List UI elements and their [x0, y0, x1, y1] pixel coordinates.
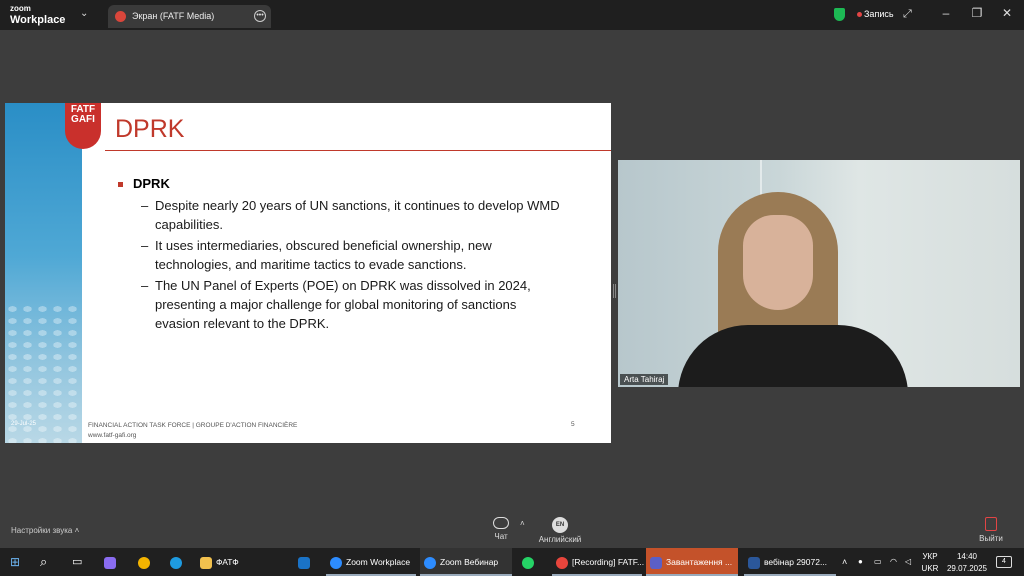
logo-small-text: zoom: [10, 4, 31, 13]
participant-name: Arta Tahiraj: [620, 374, 669, 385]
slide-date: 29-Jul-25: [11, 421, 37, 427]
sub-bullet-text: The UN Panel of Experts (POE) on DPRK wa…: [155, 278, 531, 331]
recording-indicator[interactable]: Запись: [857, 9, 894, 19]
language-label: Английский: [538, 535, 582, 544]
copilot-icon[interactable]: [104, 548, 120, 576]
taskbar-item-word-doc[interactable]: вебінар 29072...: [744, 548, 836, 576]
shared-slide: FATF GAFI DPRK DPRK – Despite nearly 20 …: [5, 103, 611, 443]
main-bullet-text: DPRK: [133, 176, 170, 191]
outlook-icon[interactable]: [298, 548, 314, 576]
edge-icon[interactable]: [170, 548, 186, 576]
taskbar-item-zoom-webinar[interactable]: Zoom Вебинар: [420, 548, 512, 576]
taskbar-item-label: ФАТФ: [216, 557, 239, 567]
search-icon[interactable]: ⌕: [40, 548, 47, 576]
taskbar-item-label: Zoom Вебинар: [440, 557, 499, 567]
battery-icon[interactable]: ▭: [874, 548, 882, 576]
notification-icon[interactable]: 4: [996, 556, 1012, 568]
chat-icon: [493, 517, 509, 529]
sound-settings-button[interactable]: Настройки звука ˄: [11, 526, 79, 535]
sound-settings-label: Настройки звука: [11, 526, 73, 535]
taskbar-item-downloads[interactable]: Завантаження ...: [646, 548, 738, 576]
lang-top: УКР: [922, 552, 938, 561]
exit-icon: [985, 517, 997, 531]
close-button[interactable]: ✕: [997, 6, 1017, 20]
windows-start-icon[interactable]: ⊞: [10, 548, 20, 576]
chat-button[interactable]: Чат: [488, 517, 514, 541]
teams-icon: [650, 556, 662, 569]
word-icon: [748, 556, 760, 569]
dash-icon: –: [141, 278, 149, 293]
dash-icon: –: [141, 198, 149, 213]
record-dot-icon: [857, 12, 862, 18]
footer-url: www.fatf-gafi.org: [88, 432, 137, 439]
bullet-square-icon: [118, 182, 123, 188]
taskbar-item-label: [Recording] FATF...: [572, 557, 645, 567]
folder-icon: [200, 556, 212, 569]
clock[interactable]: 14:40 29.07.2025: [944, 551, 990, 576]
minimize-button[interactable]: –: [936, 6, 956, 20]
record-label: Запись: [864, 9, 894, 19]
slide-footer: FINANCIAL ACTION TASK FORCE | GROUPE D'A…: [88, 421, 297, 441]
dash-icon: –: [141, 238, 149, 253]
windows-taskbar: ⊞ ⌕ ▭ ФАТФ Zoom Workplace Zoom Вебинар […: [0, 548, 1024, 576]
language-button[interactable]: EN Английский: [534, 517, 586, 544]
restore-button[interactable]: ❐: [967, 6, 987, 20]
volume-icon[interactable]: ◁: [905, 548, 911, 576]
clock-time: 14:40: [956, 552, 978, 561]
fullscreen-icon[interactable]: ⤢: [903, 8, 912, 21]
wifi-icon[interactable]: ◠: [890, 548, 897, 576]
sub-bullet-text: It uses intermediaries, obscured benefic…: [155, 238, 492, 272]
zoom-logo[interactable]: zoom Workplace: [10, 4, 65, 27]
participant-body: [678, 325, 908, 387]
chrome-icon: [556, 556, 568, 569]
badge-bottom-text: GAFI: [71, 114, 95, 125]
encryption-shield-icon[interactable]: [834, 8, 845, 21]
zoom-icon: [330, 556, 342, 569]
footer-org: FINANCIAL ACTION TASK FORCE | GROUPE D'A…: [88, 422, 298, 429]
task-view-icon[interactable]: ▭: [72, 548, 82, 576]
notification-count: 4: [1002, 558, 1006, 565]
zoom-window: zoom Workplace ⌄ Экран (FATF Media) ••• …: [0, 0, 1024, 576]
whatsapp-icon[interactable]: [522, 548, 538, 576]
sub-bullet: – Despite nearly 20 years of UN sanction…: [141, 196, 561, 234]
sub-bullet-text: Despite nearly 20 years of UN sanctions,…: [155, 198, 560, 232]
participant-face: [743, 215, 813, 310]
chrome-app-icon[interactable]: [138, 548, 154, 576]
chat-label: Чат: [494, 532, 508, 541]
resize-handle[interactable]: [613, 284, 616, 298]
sub-bullet: – It uses intermediaries, obscured benef…: [141, 236, 561, 274]
exit-button[interactable]: Выйти: [976, 517, 1006, 543]
clock-date: 29.07.2025: [946, 564, 988, 573]
exit-label: Выйти: [979, 534, 1003, 543]
chevron-up-icon: ˄: [74, 526, 80, 535]
lang-bottom: UKR: [921, 564, 939, 573]
language-indicator[interactable]: УКР UKR: [920, 551, 940, 576]
taskbar-item-label: вебінар 29072...: [764, 557, 828, 567]
slide-title: DPRK: [115, 115, 185, 143]
chevron-down-icon[interactable]: ⌄: [80, 8, 88, 19]
sub-bullet: – The UN Panel of Experts (POE) on DPRK …: [141, 276, 561, 333]
title-divider: [105, 150, 611, 151]
tab-label: Экран (FATF Media): [132, 11, 215, 21]
slide-page-number: 5: [571, 421, 575, 428]
zoom-icon: [424, 556, 436, 569]
share-screen-icon: [115, 11, 126, 22]
main-bullet: DPRK: [118, 176, 170, 191]
chat-options-chevron-icon[interactable]: ˄: [520, 519, 525, 528]
title-bar: zoom Workplace ⌄ Экран (FATF Media) ••• …: [0, 0, 1024, 30]
taskbar-item-recording[interactable]: [Recording] FATF...: [552, 548, 645, 576]
slide-side-band: [5, 103, 82, 443]
taskbar-item-label: Завантаження ...: [666, 557, 733, 567]
taskbar-item-zoom-workplace[interactable]: Zoom Workplace: [326, 548, 416, 576]
fatf-logo: FATF GAFI: [65, 103, 101, 149]
screen-share-tab[interactable]: Экран (FATF Media) •••: [108, 5, 271, 28]
language-icon: EN: [552, 517, 568, 533]
taskbar-item-fatf-folder[interactable]: ФАТФ: [200, 548, 288, 576]
more-options-icon[interactable]: •••: [254, 10, 266, 22]
participant-video[interactable]: Arta Tahiraj: [618, 160, 1020, 387]
tray-app-icon[interactable]: ●: [858, 548, 863, 576]
tray-overflow-icon[interactable]: ˄: [842, 548, 847, 576]
logo-big-text: Workplace: [10, 14, 66, 26]
taskbar-item-label: Zoom Workplace: [346, 557, 411, 567]
